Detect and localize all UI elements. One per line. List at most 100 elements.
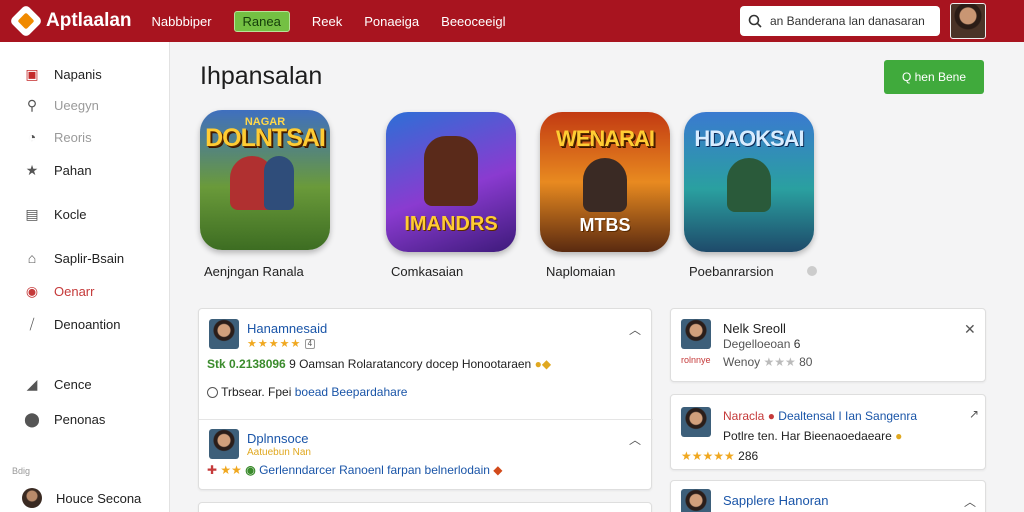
star-icon: ★ [25, 161, 39, 178]
sidebar-item-label: Oenarr [54, 283, 95, 299]
avatar [681, 489, 711, 512]
sidebar-item-label: Saplir-Bsain [54, 250, 125, 266]
game-tile-2[interactable]: IMANDRS [386, 112, 516, 252]
badge-icon: ◆ [493, 463, 503, 477]
badge-icon: ● [767, 409, 775, 423]
chevron-up-icon[interactable]: ︿ [629, 321, 641, 338]
sidebar-item-10[interactable]: ⬤ Penonas [24, 411, 105, 427]
rating-value: 286 [738, 449, 759, 463]
sidebar-item-6[interactable]: ⌂ Saplir-Bsain [24, 250, 124, 266]
sidebar-item-label: Reoris [54, 129, 92, 145]
game-art-title: DOLNTSAI [205, 124, 326, 152]
game-caption-2[interactable]: Comkasaian [391, 264, 463, 279]
feed-card-right-3: Sapplere Hanoran ︿ [670, 480, 986, 512]
top-bar: Aptlaalan Nabbbiper Ranea Reek Ponaeiga … [0, 0, 1024, 42]
feed-item-line: ✚ ★★ ◉ Gerlenndarcer Ranoenl farpan beln… [207, 463, 503, 477]
game-tile-4[interactable]: HDAOKSAI [684, 112, 814, 252]
leaf-icon: ⧸ [29, 315, 35, 332]
feed-item-title[interactable]: Naracla [723, 409, 764, 423]
info-icon[interactable] [807, 266, 817, 276]
game-caption-4[interactable]: Poebanrarsion [689, 264, 774, 279]
emoji-icon: ●◆ [534, 357, 552, 371]
tool-icon: ⚲ [26, 96, 38, 113]
divider [199, 419, 653, 420]
feed-item-title[interactable]: Dplnnsoce [247, 431, 308, 446]
heart-icon: ◉ [25, 282, 39, 299]
close-icon[interactable]: ✕ [964, 321, 976, 338]
sidebar-item-label: Ueegyn [54, 97, 99, 113]
feed-item-text[interactable]: Gerlenndarcer Ranoenl farpan belnerlodai… [259, 463, 490, 477]
sidebar-item-label: Napanis [54, 66, 102, 82]
sidebar-item-7[interactable]: ◉ Oenarr [24, 282, 95, 299]
avatar [681, 407, 711, 437]
pin-icon: ⬤ [24, 410, 40, 427]
sidebar-section-label: Bdig [12, 466, 31, 476]
sidebar-item-9[interactable]: ◢ Cence [24, 376, 92, 392]
sidebar-item-label: Penonas [54, 411, 106, 427]
sidebar: ▣ Napanis ⚲ Ueegyn ◔ Reoris ★ Pahan ▤ Ko… [0, 42, 170, 512]
feed-card-left: Hanamnesaid ★★★★★ 4 ︿ Stk 0.2138096 9 Oa… [198, 308, 653, 490]
bag-icon: ▣ [25, 65, 39, 82]
feed-item-link[interactable]: Dealtensal I Ian Sangenra [778, 409, 917, 423]
app-title: Aptlaalan [46, 10, 132, 31]
house-icon: ⌂ [27, 250, 37, 266]
game-art-title: HDAOKSAI [694, 126, 804, 151]
sidebar-item-label: Cence [54, 376, 92, 392]
nav-item-4[interactable]: Ponaeiga [364, 14, 419, 29]
nav-item-1[interactable]: Nabbbiper [152, 14, 212, 29]
rating-value: 4 [305, 339, 316, 350]
rating-stars: ★★★★★ 4 [247, 337, 316, 350]
feed-item-title[interactable]: Sapplere Hanoran [723, 493, 829, 508]
clock-icon: ◔ [27, 129, 37, 145]
feed-item-count: 80 [799, 355, 813, 369]
logo-icon [9, 4, 43, 38]
sidebar-item-1[interactable]: ▣ Napanis [24, 65, 102, 82]
sidebar-item-label: Denoantion [54, 316, 121, 332]
feed-item-rating: ★★★★★ 286 [681, 449, 758, 463]
feed-item-text: Potlre ten. Har Bieenaoedaeare [723, 429, 892, 443]
game-tile-3[interactable]: WENARAI MTBS [540, 112, 670, 252]
nav-item-3[interactable]: Reek [312, 14, 342, 29]
sidebar-item-5[interactable]: ▤ Kocle [24, 206, 86, 222]
sidebar-user[interactable]: Houce Secona [22, 488, 141, 508]
rating-stars: ★★★★★ [681, 449, 735, 463]
check-icon: ◉ [245, 463, 256, 477]
app-logo[interactable]: Aptlaalan [9, 4, 132, 38]
feed-item-count: 6 [793, 337, 801, 351]
expand-icon[interactable]: ↗ [969, 407, 979, 421]
feed-item-title[interactable]: Hanamnesaid [247, 321, 327, 336]
feed-item-meta: Wenoy [723, 355, 761, 369]
game-art-title: WENARAI [555, 126, 655, 151]
character-art [583, 158, 627, 212]
game-art-subtitle: IMANDRS [404, 213, 498, 235]
sidebar-item-3[interactable]: ◔ Reoris [24, 129, 92, 145]
sidebar-item-2[interactable]: ⚲ Ueegyn [24, 97, 99, 113]
badge-icon: ✚ [207, 463, 218, 477]
avatar [681, 319, 711, 349]
user-avatar[interactable] [950, 3, 986, 39]
sidebar-item-8[interactable]: ⧸ Denoantion [24, 316, 121, 332]
chart-icon: ◢ [26, 375, 38, 392]
game-caption-3[interactable]: Naplomaian [546, 264, 615, 279]
search-input[interactable]: an Banderana lan danasaran [740, 6, 940, 36]
character-art [263, 156, 294, 210]
feed-card-right-1: Nelk Sreoll Degelloeoan 6 rolnnye Wenoy … [670, 308, 986, 382]
feed-item-link[interactable]: boead Beepardahare [295, 385, 408, 399]
sidebar-item-label: Pahan [54, 162, 92, 178]
feed-card-right-2: Naracla ● Dealtensal I Ian Sangenra ↗ Po… [670, 394, 986, 470]
feed-item-code: Stk 0.2138096 [207, 357, 286, 371]
primary-action-button[interactable]: Q hen Bene [884, 60, 984, 94]
nav-item-5[interactable]: Beeoceeigl [441, 14, 505, 29]
sidebar-item-4[interactable]: ★ Pahan [24, 162, 92, 178]
feed-item-line: Potlre ten. Har Bieenaoedaeare ● [723, 429, 902, 443]
chevron-up-icon[interactable]: ︿ [964, 493, 976, 510]
character-art [424, 136, 478, 206]
feed-item-text: 9 Oamsan Rolaratancory docep Honootaraen [289, 357, 532, 371]
game-tile-1[interactable]: NAGAR DOLNTSAI [200, 110, 330, 250]
top-nav: Nabbbiper Ranea Reek Ponaeiga Beeoceeigl [152, 10, 505, 32]
nav-item-2-active[interactable]: Ranea [233, 10, 290, 32]
chevron-up-icon[interactable]: ︿ [629, 431, 641, 448]
feed-item-title[interactable]: Nelk Sreoll [723, 321, 786, 336]
game-caption-1[interactable]: Aenjngan Ranala [204, 264, 304, 279]
search-value: an Banderana lan danasaran [770, 14, 925, 28]
